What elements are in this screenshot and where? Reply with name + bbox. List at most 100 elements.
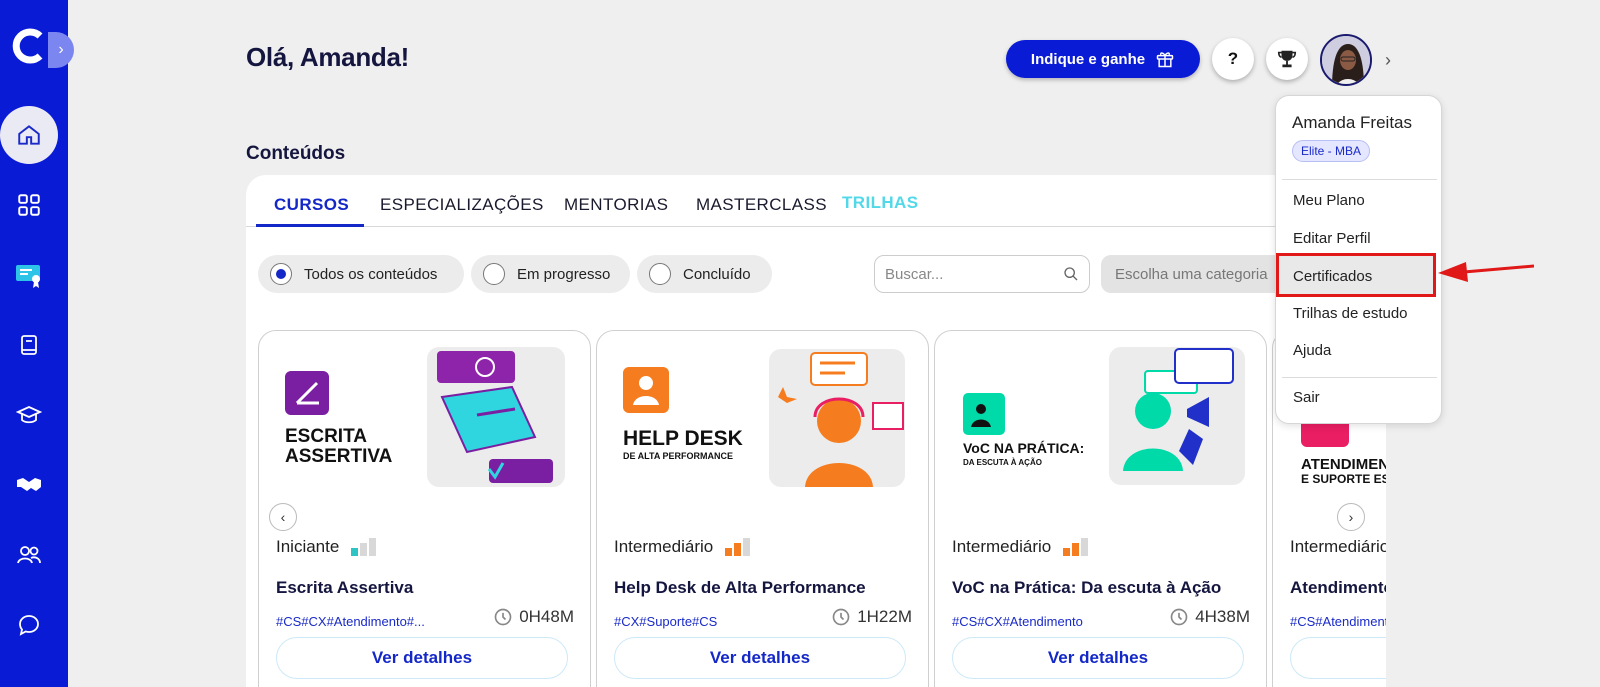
refer-label: Indique e ganhe <box>1030 50 1146 68</box>
tab-mentoring[interactable]: MENTORIAS <box>564 195 668 215</box>
course-title: Help Desk de Alta Performance <box>614 578 866 597</box>
course-level: Iniciante <box>276 537 377 557</box>
search-placeholder: Buscar... <box>885 265 944 283</box>
radio-completed[interactable] <box>649 263 671 285</box>
user-avatar[interactable] <box>1320 34 1372 86</box>
course-tags: #CS#CX#Atendimento#... <box>276 614 425 629</box>
sidebar-item-courses[interactable] <box>14 400 44 430</box>
carousel-next-button[interactable]: › <box>1337 503 1365 531</box>
sidebar-item-library[interactable] <box>14 330 44 360</box>
search-input[interactable]: Buscar... <box>874 255 1090 293</box>
book-icon <box>21 335 37 355</box>
filter-completed-label: Concluído <box>683 265 751 283</box>
level-label: Intermediário <box>952 537 1052 556</box>
tab-masterclass[interactable]: MASTERCLASS <box>696 195 827 215</box>
art-title-line-2: E SUPORTE ESSENCIAL <box>1301 472 1386 486</box>
greeting-title: Olá, Amanda! <box>246 42 410 72</box>
sidebar-item-mentoring[interactable] <box>14 470 44 500</box>
course-thumbnail: ESCRITA ASSERTIVA <box>285 347 565 487</box>
dashboard-icon <box>18 194 40 216</box>
sidebar-collapse-button[interactable]: › <box>48 32 74 68</box>
handshake-icon <box>17 478 41 491</box>
sidebar: › <box>0 0 74 687</box>
radio-in-progress[interactable] <box>483 263 505 285</box>
art-title-line-1: ESCRITA <box>285 426 367 447</box>
clock-icon <box>494 608 512 626</box>
view-details-button[interactable]: Ver detalhes <box>276 637 568 679</box>
view-details-button[interactable]: Ver detalhes <box>614 637 906 679</box>
help-button[interactable]: ? <box>1212 38 1254 80</box>
level-bars-icon <box>1063 538 1089 556</box>
active-tab-indicator <box>256 224 364 227</box>
level-label: Intermediário <box>1290 537 1386 556</box>
plan-badge: Elite - MBA <box>1292 140 1371 162</box>
chat-icon <box>19 615 39 636</box>
trophy-icon <box>1277 50 1297 68</box>
menu-item-highlight <box>1276 253 1436 297</box>
course-carousel: ESCRITA ASSERTIVA ‹ Iniciante Escrita As… <box>258 330 1386 687</box>
section-title: Conteúdos <box>246 143 346 164</box>
art-title-line-2: DE ALTA PERFORMANCE <box>623 451 733 461</box>
view-details-button[interactable]: Ver detalhes <box>952 637 1244 679</box>
sidebar-item-dashboard[interactable] <box>14 190 44 220</box>
course-card[interactable]: HELP DESK DE ALTA PERFORMANCE Intermediá… <box>596 330 929 687</box>
art-title-line-2: DA ESCUTA À AÇÃO <box>963 458 1042 467</box>
duration-value: 4H38M <box>1195 607 1250 626</box>
course-card[interactable]: VoC NA PRÁTICA: DA ESCUTA À AÇÃO Interme… <box>934 330 1267 687</box>
filter-all-label: Todos os conteúdos <box>304 265 438 283</box>
course-duration: 4H38M <box>1169 607 1250 627</box>
app-logo[interactable] <box>12 28 44 64</box>
sidebar-item-community[interactable] <box>14 540 44 570</box>
level-label: Iniciante <box>276 537 340 556</box>
art-title-line-1: VoC NA PRÁTICA: <box>963 440 1084 456</box>
tab-specializations[interactable]: ESPECIALIZAÇÕES <box>380 195 544 215</box>
users-icon <box>17 546 41 564</box>
art-title-line-1: ATENDIMENTO <box>1301 456 1386 473</box>
level-bars-icon <box>725 538 751 556</box>
clock-icon <box>1170 608 1188 626</box>
course-title: VoC na Prática: Da escuta à Ação <box>952 578 1222 597</box>
filter-in-progress[interactable]: Em progresso <box>471 255 630 293</box>
carousel-prev-button[interactable]: ‹ <box>269 503 297 531</box>
clock-icon <box>832 608 850 626</box>
gift-icon <box>1156 52 1174 68</box>
course-thumbnail: VoC NA PRÁTICA: DA ESCUTA À AÇÃO <box>963 347 1245 485</box>
menu-item-my-plan[interactable]: Meu Plano <box>1293 192 1365 209</box>
course-title: Escrita Assertiva <box>276 578 414 597</box>
sidebar-item-chat[interactable] <box>14 610 44 640</box>
view-details-button[interactable]: Ver detalhes <box>1290 637 1386 679</box>
annotation-arrow-icon <box>1438 262 1534 282</box>
content-tabs: CURSOS ESPECIALIZAÇÕES MENTORIAS MASTERC… <box>246 175 1386 227</box>
chevron-right-icon: › <box>58 41 64 58</box>
sidebar-item-home[interactable] <box>0 106 58 164</box>
profile-menu-chevron-icon[interactable]: › <box>1385 50 1391 71</box>
course-duration: 1H22M <box>831 607 912 627</box>
art-title-line-1: HELP DESK <box>623 427 743 450</box>
course-tags: #CS#Atendimento <box>1290 614 1386 629</box>
radio-all[interactable] <box>270 263 292 285</box>
user-name: Amanda Freitas <box>1292 113 1412 132</box>
course-card[interactable]: ESCRITA ASSERTIVA ‹ Iniciante Escrita As… <box>258 330 591 687</box>
level-label: Intermediário <box>614 537 714 556</box>
tab-trails[interactable]: TRILHAS <box>842 193 918 213</box>
achievements-button[interactable] <box>1266 38 1308 80</box>
filter-in-progress-label: Em progresso <box>517 265 611 283</box>
course-tags: #CS#CX#Atendimento <box>952 614 1083 629</box>
level-bars-icon <box>351 538 377 556</box>
chevron-left-icon: ‹ <box>280 509 286 525</box>
refer-and-earn-button[interactable]: Indique e ganhe <box>1006 40 1200 78</box>
category-placeholder: Escolha uma categoria <box>1115 265 1268 283</box>
search-icon <box>1064 267 1078 281</box>
graduation-cap-icon <box>16 406 42 424</box>
course-title: Atendimento <box>1290 578 1386 597</box>
course-level: Intermediário <box>1290 537 1386 557</box>
filter-completed[interactable]: Concluído <box>637 255 772 293</box>
sidebar-item-certificates[interactable] <box>14 260 44 290</box>
menu-item-edit-profile[interactable]: Editar Perfil <box>1293 230 1371 247</box>
art-title-line-2: ASSERTIVA <box>285 446 393 467</box>
filter-all[interactable]: Todos os conteúdos <box>258 255 464 293</box>
course-thumbnail: HELP DESK DE ALTA PERFORMANCE <box>623 349 905 487</box>
tab-courses[interactable]: CURSOS <box>274 195 349 215</box>
course-duration: 0H48M <box>493 607 574 627</box>
certificate-icon <box>16 265 40 288</box>
